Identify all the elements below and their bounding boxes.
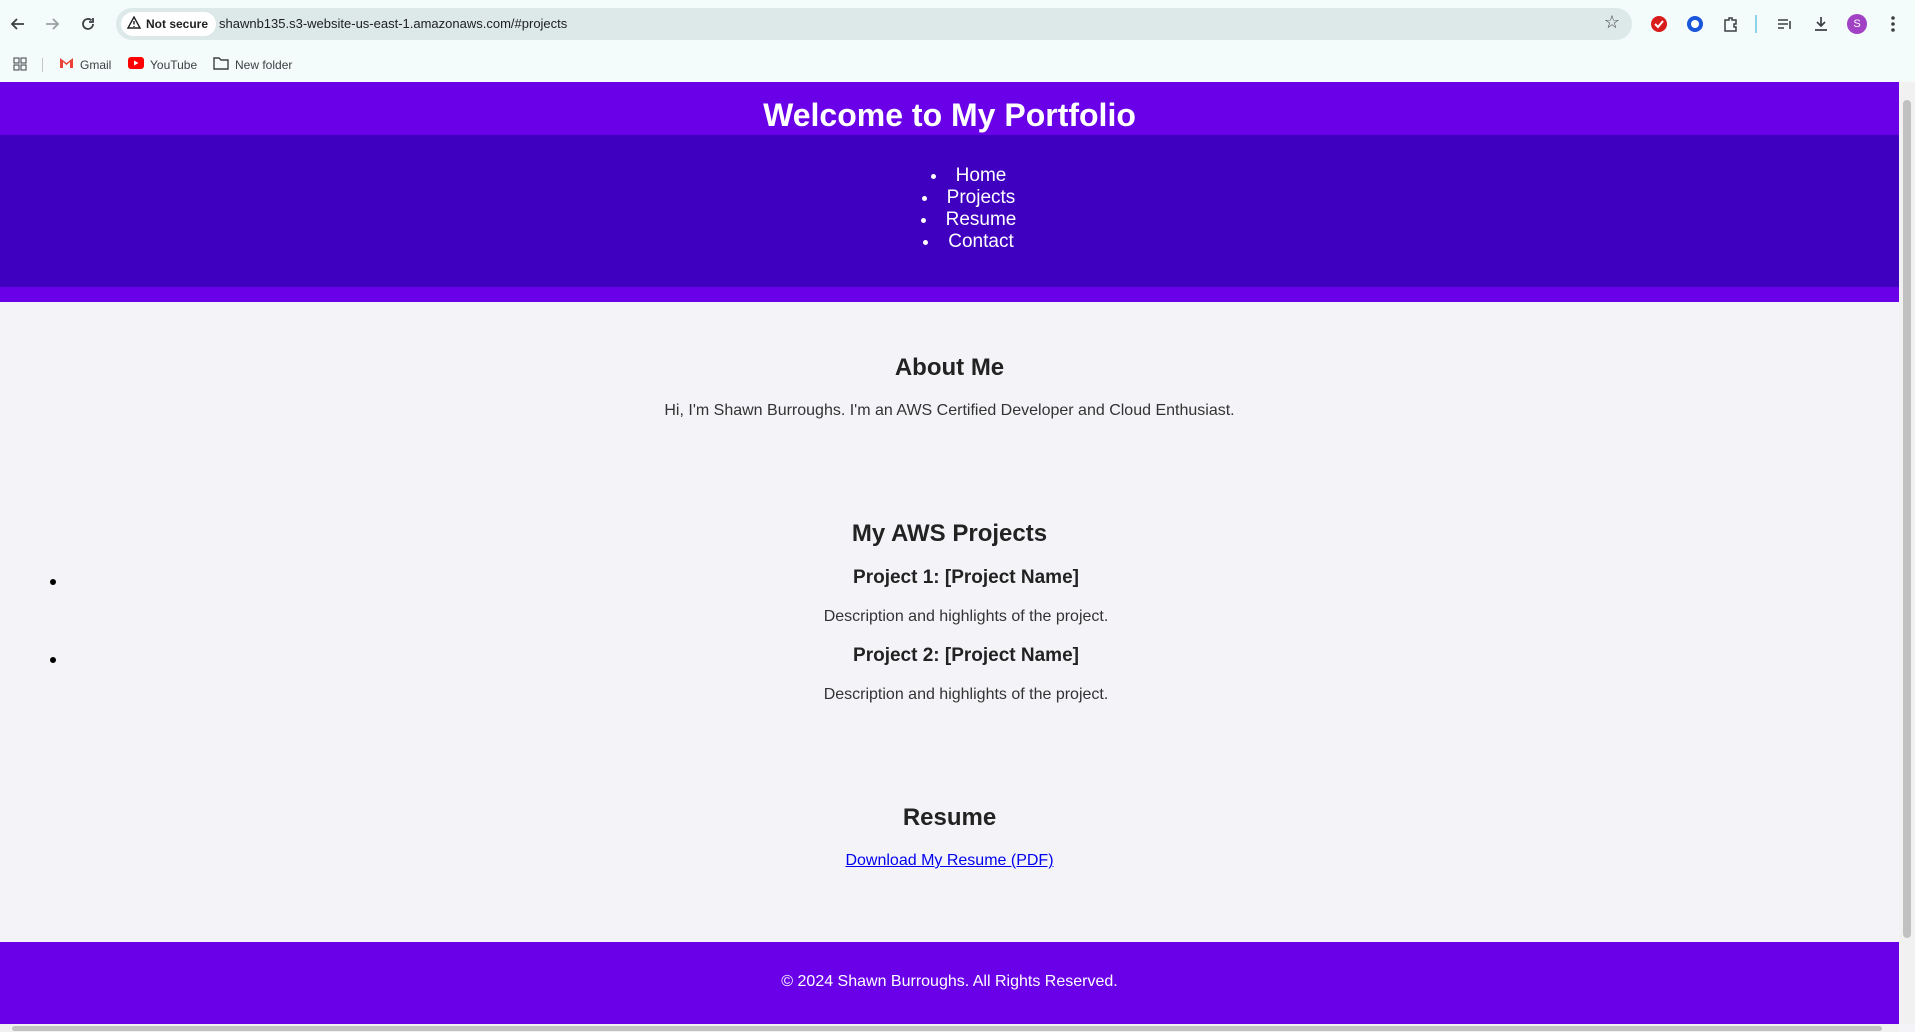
project-description: Description and highlights of the projec…	[823, 608, 1109, 625]
nav-link-projects[interactable]: Projects	[947, 187, 1016, 208]
apps-grid-icon[interactable]	[13, 57, 27, 71]
download-icon[interactable]	[1809, 12, 1833, 36]
bookmark-new-folder[interactable]: New folder	[213, 57, 292, 73]
gmail-icon	[59, 57, 74, 72]
nav-item-projects: Projects	[38, 187, 1899, 209]
vertical-scrollbar-thumb[interactable]	[1903, 100, 1911, 938]
media-control-icon[interactable]	[1773, 12, 1797, 36]
url-text[interactable]: shawnb135.s3-website-us-east-1.amazonaws…	[219, 16, 567, 31]
nav-item-resume: Resume	[38, 209, 1899, 231]
youtube-icon	[128, 57, 144, 72]
download-resume-link[interactable]: Download My Resume (PDF)	[845, 852, 1053, 869]
security-indicator[interactable]: Not secure	[121, 12, 217, 36]
profile-avatar[interactable]: S	[1845, 12, 1869, 36]
more-menu-icon[interactable]	[1881, 12, 1905, 36]
nav-item-contact: Contact	[38, 231, 1899, 253]
profile-initial: S	[1847, 14, 1867, 34]
reload-icon[interactable]	[74, 10, 102, 38]
folder-icon	[213, 57, 229, 73]
project-title: Project 1: [Project Name]	[853, 567, 1079, 588]
footer-text: © 2024 Shawn Burroughs. All Rights Reser…	[781, 973, 1118, 990]
page-title: Welcome to My Portfolio	[763, 97, 1136, 133]
bookmark-gmail[interactable]: Gmail	[59, 57, 111, 72]
project-title: Project 2: [Project Name]	[853, 645, 1079, 666]
horizontal-scrollbar-thumb[interactable]	[12, 1026, 1882, 1031]
warning-icon	[126, 15, 142, 33]
bookmarks-divider	[42, 58, 43, 72]
projects-title: My AWS Projects	[851, 520, 1048, 547]
back-icon[interactable]	[4, 10, 32, 38]
site-header: Welcome to My Portfolio Home Projects Re…	[0, 82, 1899, 302]
resume-title: Resume	[902, 804, 997, 831]
bookmarks-bar: Gmail YouTube New folder	[0, 48, 1915, 82]
nav-list: Home Projects Resume Contact	[0, 165, 1899, 253]
address-bar[interactable]: Not secure shawnb135.s3-website-us-east-…	[116, 8, 1632, 40]
resume-link-wrapper: Download My Resume (PDF)	[0, 852, 1899, 870]
nav-link-home[interactable]: Home	[956, 165, 1007, 186]
page-viewport: Welcome to My Portfolio Home Projects Re…	[0, 82, 1899, 1024]
bookmark-youtube[interactable]: YouTube	[128, 57, 197, 72]
nav-link-contact[interactable]: Contact	[948, 231, 1013, 252]
extensions-puzzle-icon[interactable]	[1719, 12, 1743, 36]
nav-item-home: Home	[38, 165, 1899, 187]
extension-blue-icon[interactable]	[1683, 12, 1707, 36]
extension-red-icon[interactable]	[1647, 12, 1671, 36]
security-label: Not secure	[146, 17, 209, 31]
browser-chrome: Not secure shawnb135.s3-website-us-east-…	[0, 0, 1915, 82]
bookmark-star-icon[interactable]: ☆	[1604, 12, 1620, 33]
forward-icon[interactable]	[38, 10, 66, 38]
about-title: About Me	[894, 354, 1005, 381]
vertical-scrollbar[interactable]	[1899, 82, 1915, 1024]
toolbar-divider	[1755, 15, 1757, 33]
horizontal-scrollbar[interactable]	[0, 1024, 1899, 1032]
browser-toolbar: Not secure shawnb135.s3-website-us-east-…	[0, 0, 1915, 48]
project-description: Description and highlights of the projec…	[823, 686, 1109, 703]
nav-link-resume[interactable]: Resume	[946, 209, 1017, 230]
site-nav: Home Projects Resume Contact	[0, 135, 1899, 287]
site-footer: © 2024 Shawn Burroughs. All Rights Reser…	[0, 942, 1899, 1024]
about-text: Hi, I'm Shawn Burroughs. I'm an AWS Cert…	[664, 402, 1235, 419]
